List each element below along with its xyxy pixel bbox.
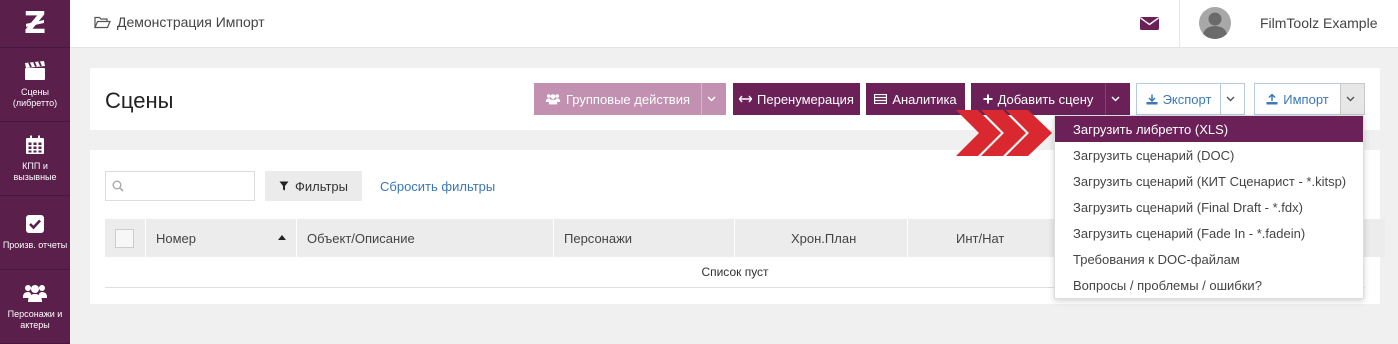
filter-icon xyxy=(279,181,289,191)
sidebar-item-label: Произв. отчеты xyxy=(2,240,68,250)
chevron-down-icon xyxy=(1111,96,1120,102)
search-icon xyxy=(112,180,124,192)
plus-icon xyxy=(983,94,993,104)
import-dropdown-menu: Загрузить либретто (XLS) Загрузить сцена… xyxy=(1054,115,1364,299)
menu-item-upload-libretto-xls[interactable]: Загрузить либретто (XLS) xyxy=(1055,116,1363,142)
menu-item-upload-script-kitsp[interactable]: Загрузить сценарий (КИТ Сценарист - *.ki… xyxy=(1055,168,1363,194)
sidebar-item-characters[interactable]: Персонажи и актеры xyxy=(0,270,70,344)
export-button[interactable]: Экспорт xyxy=(1136,83,1221,115)
arrows-horizontal-icon xyxy=(739,95,753,103)
chevron-down-icon xyxy=(1226,96,1234,102)
export-caret-button[interactable] xyxy=(1220,83,1245,115)
pointer-arrows-icon xyxy=(956,110,1052,156)
empty-state-text: Список пуст xyxy=(701,265,769,279)
column-header-characters[interactable]: Персонажи xyxy=(564,219,632,257)
filters-label: Фильтры xyxy=(294,178,348,194)
reset-filters-link[interactable]: Сбросить фильтры xyxy=(380,179,495,194)
group-actions-label: Групповые действия xyxy=(565,91,691,107)
import-label: Импорт xyxy=(1283,91,1329,107)
import-caret-button[interactable] xyxy=(1340,83,1365,115)
menu-item-upload-script-fadein[interactable]: Загрузить сценарий (Fade In - *.fadein) xyxy=(1055,220,1363,246)
users-icon xyxy=(23,284,47,302)
group-actions-button[interactable]: Групповые действия xyxy=(534,83,701,115)
page-title: Сцены xyxy=(105,88,174,113)
export-label: Экспорт xyxy=(1162,91,1212,107)
envelope-icon[interactable] xyxy=(1140,16,1159,31)
chevron-down-icon xyxy=(707,96,716,102)
sidebar-item-reports[interactable]: Произв. отчеты xyxy=(0,196,70,270)
users-icon xyxy=(545,94,561,105)
select-all-checkbox[interactable] xyxy=(115,229,134,248)
logo-mark: Z xyxy=(24,5,46,41)
user-name[interactable]: FilmToolz Example xyxy=(1260,15,1377,31)
column-separator xyxy=(296,219,297,257)
add-scene-label: Добавить сцену xyxy=(997,91,1094,107)
clapperboard-icon xyxy=(25,60,45,80)
check-square-icon xyxy=(26,215,44,233)
group-actions-caret-button[interactable] xyxy=(701,83,726,115)
column-header-chrono[interactable]: Хрон.План xyxy=(791,219,856,257)
search-input[interactable] xyxy=(105,171,255,201)
sidebar-item-label: Сцены (либретто) xyxy=(12,86,58,108)
renumber-label: Перенумерация xyxy=(757,91,854,107)
renumber-button[interactable]: Перенумерация xyxy=(733,83,860,115)
breadcrumb-project: Демонстрация Импорт xyxy=(117,14,265,30)
column-header-int-nat[interactable]: Инт/Нат xyxy=(956,219,1004,257)
topbar-divider xyxy=(1179,0,1180,48)
analytics-label: Аналитика xyxy=(892,91,957,107)
sidebar: Z Сцены (либретто) КПП и вызывные Произв… xyxy=(0,0,70,344)
app-logo[interactable]: Z xyxy=(0,0,70,48)
avatar[interactable] xyxy=(1199,7,1231,39)
column-separator xyxy=(907,219,908,257)
menu-item-upload-script-doc[interactable]: Загрузить сценарий (DOC) xyxy=(1055,142,1363,168)
import-button[interactable]: Импорт xyxy=(1254,83,1341,115)
column-header-object[interactable]: Объект/Описание xyxy=(307,219,415,257)
menu-item-doc-requirements[interactable]: Требования к DOC-файлам xyxy=(1055,246,1363,272)
download-icon xyxy=(1146,94,1158,104)
chevron-down-icon xyxy=(1346,96,1354,102)
column-separator xyxy=(553,219,554,257)
sidebar-item-kpp[interactable]: КПП и вызывные xyxy=(0,122,70,196)
sidebar-item-label: Персонажи и актеры xyxy=(7,308,63,330)
menu-item-upload-script-fdx[interactable]: Загрузить сценарий (Final Draft - *.fdx) xyxy=(1055,194,1363,220)
sort-asc-icon[interactable] xyxy=(278,235,286,240)
menu-item-questions-issues[interactable]: Вопросы / проблемы / ошибки? xyxy=(1055,272,1363,298)
table-icon xyxy=(874,94,888,104)
column-header-number[interactable]: Номер xyxy=(156,219,196,257)
sidebar-item-label: КПП и вызывные xyxy=(13,160,57,182)
breadcrumb[interactable]: Демонстрация Импорт xyxy=(94,14,265,30)
upload-icon xyxy=(1266,93,1278,104)
analytics-button[interactable]: Аналитика xyxy=(866,83,965,115)
user-avatar-icon xyxy=(1202,12,1228,39)
sidebar-item-scenes[interactable]: Сцены (либретто) xyxy=(0,48,70,122)
calendar-icon xyxy=(26,135,44,154)
top-bar: Демонстрация Импорт FilmToolz Example xyxy=(70,0,1398,48)
column-separator xyxy=(145,219,146,257)
add-scene-caret-button[interactable] xyxy=(1105,83,1130,115)
folder-open-icon xyxy=(94,16,111,28)
column-separator xyxy=(734,219,735,257)
filters-button[interactable]: Фильтры xyxy=(265,171,362,201)
